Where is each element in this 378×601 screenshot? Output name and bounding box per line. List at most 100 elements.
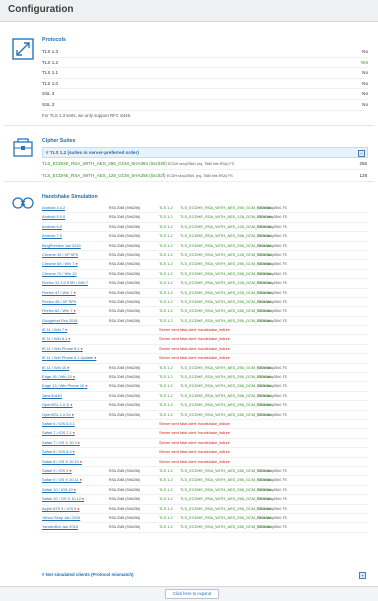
client-link[interactable]: Yahoo Slurp Jan 2015 [42, 514, 80, 522]
server-cert-key: RSA 2048 (SHA256) [109, 468, 141, 473]
cipher-suites-table: # TLS 1.2 (suites in server-preferred or… [42, 147, 368, 182]
protocol-support: Yes [360, 59, 369, 65]
expand-bar: Click here to expand [0, 586, 378, 601]
negotiated-protocol: TLS 1.2 [159, 364, 173, 370]
client-link[interactable]: Safari 8 / iOS 8.4 ● [42, 448, 75, 456]
server-cert-key: RSA 2048 (SHA256) [109, 271, 141, 276]
handshake-error: Server sent fatal alert: handshake_failu… [159, 355, 230, 361]
protocol-support: No [362, 49, 368, 54]
negotiated-protocol: TLS 1.2 [159, 505, 173, 511]
client-name: Safari 7 / OS X 10.9 [42, 439, 77, 445]
simulation-row: Safari 9 / OS X 10.11 ● RSA 2048 (SHA256)… [42, 476, 368, 486]
client-link[interactable]: Android 5.0.0 [42, 213, 65, 221]
simulation-row: OpenSSL 1.0.1l ● RSA 2048 (SHA256) TLS 1.2… [42, 401, 368, 411]
reference-browser-icon: ● [71, 450, 75, 455]
protocol-support: No [362, 70, 368, 76]
simulation-row: IE 11 / Win 10 ● RSA 2048 (SHA256) TLS 1.2… [42, 364, 368, 374]
handshake-error: Server sent fatal alert: handshake_failu… [159, 327, 230, 333]
simulation-row: Safari 6 / iOS 6.0.1 Server sent fatal al… [42, 420, 368, 430]
client-link[interactable]: Android 6.0 [42, 223, 62, 231]
cipher-row: TLS_ECDHE_RSA_WITH_AES_128_GCM_SHA256 (0… [42, 170, 368, 182]
client-link[interactable]: IE 11 / Win Phone 8.1 Update ● [42, 354, 96, 362]
client-name: Chrome 49 / XP SP3 [42, 251, 79, 257]
simulation-row: Yahoo Slurp Jan 2015 RSA 2048 (SHA256) TLS… [42, 514, 368, 524]
client-link[interactable]: Chrome 70 / Win 10 [42, 270, 77, 278]
server-cert-key: RSA 2048 (SHA256) [109, 412, 141, 417]
key-exchange: ECDH secp256r1 FS [257, 234, 287, 239]
client-link[interactable]: YandexBot Jan 2015 [42, 523, 78, 531]
expand-toggle-icon[interactable]: + [359, 572, 366, 579]
not-simulated-row[interactable]: # Not simulated clients (Protocol mismat… [42, 570, 368, 580]
protocol-row: SSL 3 No [42, 89, 368, 100]
client-name: Android 5.0.0 [42, 214, 66, 220]
client-link[interactable]: Java 8u161 [42, 392, 62, 400]
cipher-row: TLS_ECDHE_RSA_WITH_AES_256_GCM_SHA384 (0… [42, 158, 368, 170]
client-link[interactable]: Chrome 69 / Win 7 ● [42, 260, 78, 268]
cipher-strength: 256 [359, 161, 367, 166]
server-cert-key: RSA 2048 (SHA256) [109, 206, 141, 210]
client-name: BingPreview Jan 2015 [42, 242, 81, 248]
handshake-error: Server sent fatal alert: handshake_failu… [159, 458, 230, 464]
negotiated-protocol: TLS 1.2 [159, 298, 173, 304]
client-link[interactable]: IE 11 / Win Phone 8.1 ● [42, 345, 83, 353]
negotiated-protocol: TLS 1.2 [159, 524, 173, 530]
key-exchange: ECDH secp256r1 FS [257, 487, 287, 492]
tls12-group-header[interactable]: # TLS 1.2 (suites in server-preferred or… [42, 147, 368, 158]
key-exchange: ECDH secp256r1 FS [257, 281, 287, 286]
handshake-error: Server sent fatal alert: handshake_failu… [159, 430, 230, 436]
client-link[interactable]: Safari 7 / OS X 10.9 ● [42, 439, 80, 447]
client-name: Firefox 62 / Win 7 [42, 308, 73, 314]
client-link[interactable]: Safari 10 / OS X 10.12 ● [42, 495, 84, 503]
protocol-row: TLS 1.0 No [42, 79, 368, 90]
client-link[interactable]: BingPreview Jan 2015 [42, 242, 81, 250]
key-exchange: ECDH secp256r1 FS [257, 403, 287, 408]
negotiated-protocol: TLS 1.2 [159, 280, 173, 286]
client-link[interactable]: OpenSSL 1.0.2e ● [42, 411, 74, 419]
expand-button[interactable]: Click here to expand [165, 589, 219, 599]
client-link[interactable]: IE 11 / Win 8.1 ● [42, 335, 70, 343]
collapse-toggle-icon[interactable]: − [358, 149, 365, 157]
client-link[interactable]: Edge 13 / Win Phone 10 ● [42, 382, 87, 390]
reference-browser-icon: ● [84, 384, 88, 389]
client-link[interactable]: Googlebot Feb 2018 [42, 317, 77, 325]
negotiated-protocol: TLS 1.2 [159, 251, 173, 257]
server-cert-key: RSA 2048 (SHA256) [109, 309, 141, 314]
simulation-row: BingPreview Jan 2015 RSA 2048 (SHA256) TLS… [42, 242, 368, 251]
client-link[interactable]: Safari 9 / iOS 9 ● [42, 467, 72, 475]
client-link[interactable]: Edge 15 / Win 10 ● [42, 373, 75, 381]
client-link[interactable]: Apple ATS 9 / iOS 9 ● [42, 505, 79, 513]
client-link[interactable]: Safari 7 / iOS 7.1 ● [42, 429, 75, 437]
simulation-row: Firefox 62 / Win 7 ● RSA 2048 (SHA256) TLS… [42, 307, 368, 317]
client-name: Safari 6 / iOS 6.0.1 [42, 420, 75, 426]
client-link[interactable]: Safari 6 / iOS 6.0.1 [42, 420, 75, 428]
client-link[interactable]: Firefox 49 / XP SP3 [42, 298, 76, 306]
key-exchange: ECDH secp256r1 FS [257, 365, 287, 370]
reference-browser-icon: ● [69, 403, 73, 408]
simulation-row: Safari 7 / iOS 7.1 ● Server sent fatal al… [42, 429, 368, 439]
protocols-title: Protocols [42, 37, 66, 43]
negotiated-protocol: TLS 1.2 [159, 477, 173, 483]
client-name: Firefox 31.3.0 ESR / Win 7 [42, 280, 89, 286]
client-link[interactable]: Chrome 49 / XP SP3 [42, 251, 78, 259]
client-link[interactable]: Firefox 62 / Win 7 ● [42, 307, 76, 315]
key-exchange: ECDH secp256r1 FS [257, 290, 287, 295]
handshake-section: Handshake Simulation Android 4.4.2 RSA 20… [4, 182, 374, 595]
client-name: Safari 9 / iOS 9 [42, 467, 69, 473]
client-name: OpenSSL 1.0.1l [42, 402, 70, 408]
key-exchange: ECDH secp256r1 FS [257, 206, 287, 210]
client-link[interactable]: Android 7.0 [42, 232, 62, 240]
client-link[interactable]: IE 11 / Win 7 ● [42, 326, 67, 334]
protocol-name: TLS 1.2 [42, 59, 59, 65]
simulation-row: Android 5.0.0 RSA 2048 (SHA256) TLS 1.2 TLS… [42, 213, 368, 223]
client-link[interactable]: Android 4.4.2 [42, 204, 65, 212]
client-link[interactable]: Firefox 31.3.0 ESR / Win 7 [42, 279, 88, 287]
negotiated-protocol: TLS 1.2 [159, 411, 173, 417]
client-link[interactable]: OpenSSL 1.0.1l ● [42, 401, 73, 409]
client-link[interactable]: Safari 8 / OS X 10.10 ● [42, 458, 82, 466]
client-link[interactable]: Firefox 47 / Win 7 ● [42, 289, 76, 297]
client-link[interactable]: IE 11 / Win 10 ● [42, 364, 69, 372]
client-link[interactable]: Safari 10 / iOS 10 ● [42, 486, 76, 494]
server-cert-key: RSA 2048 (SHA256) [109, 515, 141, 520]
client-link[interactable]: Safari 9 / OS X 10.11 ● [42, 476, 82, 484]
cipher-strength: 128 [359, 173, 367, 178]
